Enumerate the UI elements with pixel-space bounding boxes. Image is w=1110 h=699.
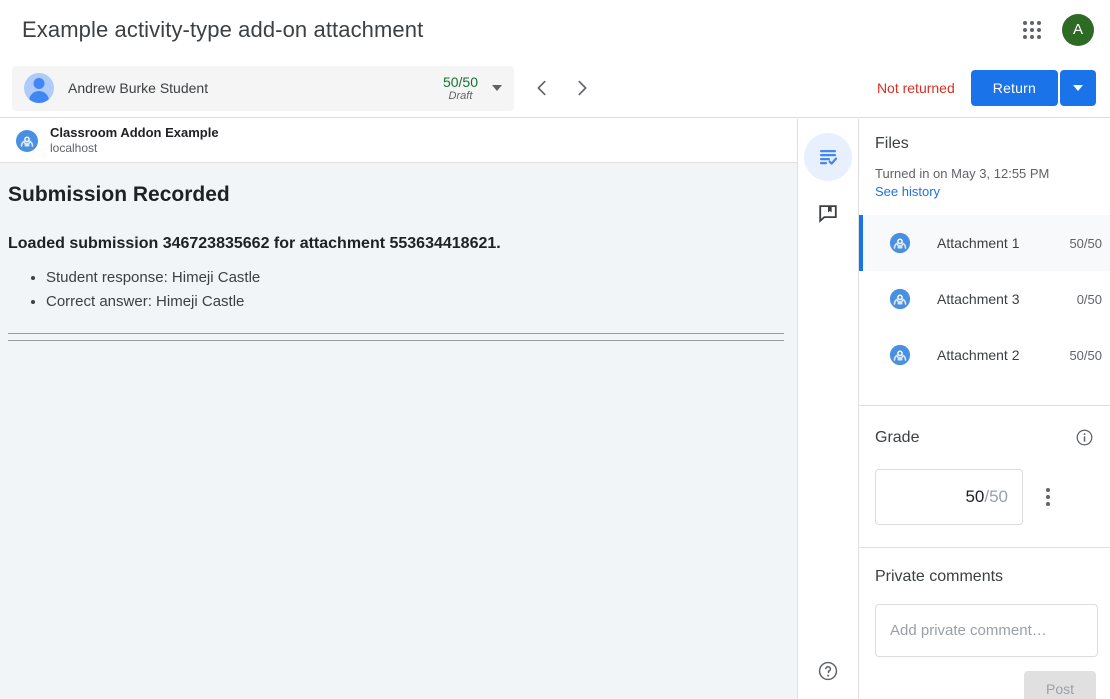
submission-heading: Submission Recorded	[8, 183, 789, 207]
files-title: Files	[859, 135, 1110, 153]
return-button[interactable]: Return	[971, 70, 1058, 106]
attachment-name: Attachment 3	[937, 291, 1020, 307]
grade-input[interactable]: 50 /50	[875, 469, 1023, 525]
avatar[interactable]: A	[1062, 14, 1094, 46]
grading-page: Example activity-type add-on attachment …	[0, 0, 1110, 699]
status-badge: Not returned	[877, 80, 955, 96]
grade-denominator: /50	[984, 487, 1008, 507]
chevron-left-icon[interactable]	[530, 76, 554, 100]
files-section: Files Turned in on May 3, 12:55 PM See h…	[859, 119, 1110, 406]
attachment-score: 50/50	[1069, 236, 1102, 251]
attachment-row[interactable]: Attachment 1 50/50	[859, 215, 1110, 271]
attachment-row[interactable]: Attachment 2 50/50	[859, 327, 1110, 383]
page-title: Example activity-type add-on attachment	[22, 17, 423, 43]
list-item: Student response: Himeji Castle	[46, 266, 789, 290]
post-row: Post	[875, 671, 1096, 699]
private-comments-section: Private comments Add private comment… Po…	[859, 548, 1110, 699]
classroom-addon-icon	[889, 344, 911, 366]
private-comment-placeholder: Add private comment…	[890, 622, 1047, 639]
chevron-right-icon[interactable]	[570, 76, 594, 100]
help-circle-icon[interactable]	[808, 651, 848, 691]
return-button-group: Return	[971, 70, 1096, 106]
student-avatar-icon	[24, 73, 54, 103]
attachment-name: Attachment 2	[937, 347, 1020, 363]
private-comments-title: Private comments	[875, 568, 1096, 586]
attachment-score: 0/50	[1077, 292, 1102, 307]
addon-meta: Classroom Addon Example localhost	[50, 125, 219, 156]
chevron-down-icon	[1073, 85, 1083, 91]
grade-title: Grade	[875, 429, 919, 447]
classroom-glyph-icon	[16, 130, 38, 152]
return-actions: Not returned Return	[877, 70, 1110, 106]
top-bar: Example activity-type add-on attachment …	[0, 0, 1110, 59]
top-bar-actions: A	[1012, 10, 1110, 50]
comment-bookmark-icon[interactable]	[804, 189, 852, 237]
student-grade-summary: 50/50 Draft	[443, 74, 480, 103]
kebab-menu-icon[interactable]	[1031, 488, 1065, 506]
grade-section: Grade 50 /50	[859, 406, 1110, 548]
chevron-down-icon[interactable]	[480, 85, 514, 91]
post-button[interactable]: Post	[1024, 671, 1096, 699]
apps-grid-icon[interactable]	[1012, 10, 1052, 50]
right-sidebar: Files Turned in on May 3, 12:55 PM See h…	[859, 119, 1110, 699]
student-name: Andrew Burke Student	[68, 80, 208, 96]
addon-header: Classroom Addon Example localhost	[0, 119, 797, 163]
grade-header: Grade	[859, 428, 1110, 447]
response-list: Student response: Himeji Castle Correct …	[8, 266, 789, 315]
divider	[8, 340, 784, 341]
grade-row: 50 /50	[859, 469, 1110, 525]
see-history-link[interactable]: See history	[859, 184, 940, 199]
divider-group	[8, 333, 789, 341]
list-item: Correct answer: Himeji Castle	[46, 290, 789, 314]
addon-app-name: Classroom Addon Example	[50, 125, 219, 141]
assignment-check-icon[interactable]	[804, 133, 852, 181]
student-selector-bar: Andrew Burke Student 50/50 Draft Not ret…	[0, 59, 1110, 118]
info-circle-icon[interactable]	[1075, 428, 1094, 447]
loaded-submission-text: Loaded submission 346723835662 for attac…	[8, 235, 789, 253]
classroom-addon-icon	[889, 288, 911, 310]
attachment-name: Attachment 1	[937, 235, 1020, 251]
private-comment-input[interactable]: Add private comment…	[875, 604, 1098, 657]
student-selector[interactable]: Andrew Burke Student 50/50 Draft	[12, 66, 514, 111]
divider	[8, 333, 784, 334]
addon-body: Submission Recorded Loaded submission 34…	[0, 183, 797, 341]
student-score: 50/50	[443, 74, 478, 90]
student-nav	[530, 76, 594, 100]
turned-in-text: Turned in on May 3, 12:55 PM	[859, 166, 1110, 181]
student-state: Draft	[443, 90, 478, 103]
attachment-score: 50/50	[1069, 348, 1102, 363]
return-dropdown-button[interactable]	[1060, 70, 1096, 106]
side-icon-rail	[797, 119, 859, 699]
grade-value: 50	[965, 487, 984, 507]
addon-iframe-region: Classroom Addon Example localhost Submis…	[0, 119, 797, 699]
classroom-addon-icon	[16, 130, 38, 152]
attachment-row[interactable]: Attachment 3 0/50	[859, 271, 1110, 327]
addon-host: localhost	[50, 141, 219, 156]
classroom-addon-icon	[889, 232, 911, 254]
